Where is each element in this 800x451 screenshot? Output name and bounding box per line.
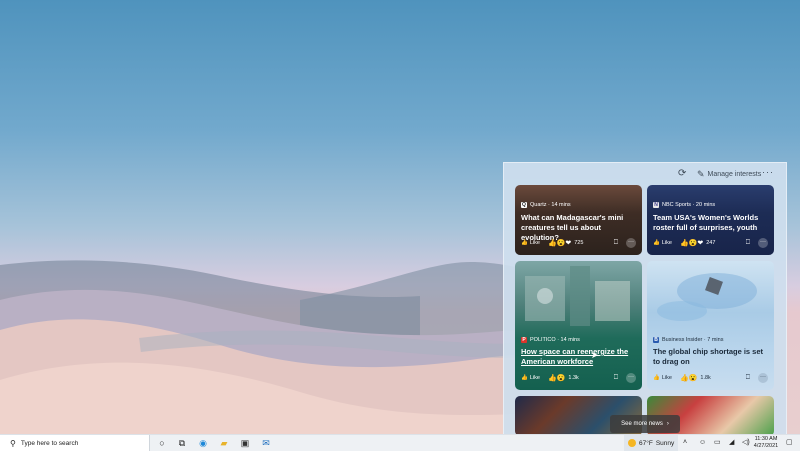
people-icon[interactable]: ☺	[699, 437, 706, 449]
bookmark-icon[interactable]: ⎕	[614, 239, 618, 247]
notification-icon[interactable]: ▢	[786, 437, 793, 449]
network-icon[interactable]: ◢	[729, 437, 734, 449]
politico-logo-icon: P	[521, 337, 527, 343]
like-button[interactable]: 👍 Like	[653, 375, 672, 381]
reactions[interactable]: 👍😮❤ 725	[548, 239, 583, 247]
reactions[interactable]: 👍😮 1.3k	[548, 374, 579, 382]
thumbs-up-icon: 👍	[521, 240, 528, 246]
file-explorer-icon[interactable]: ▰	[218, 437, 230, 449]
taskbar-search-box[interactable]: ⚲ Type here to search	[0, 435, 150, 451]
volume-icon[interactable]: ◁)	[742, 437, 750, 449]
nbc-sports-logo-icon: N	[653, 202, 659, 208]
card-source-label: Quartz · 14 mins	[530, 202, 571, 208]
card-source-label: NBC Sports · 20 mins	[662, 202, 716, 208]
card-source: P POLITICO · 14 mins	[521, 337, 580, 343]
like-label: Like	[529, 240, 540, 246]
business-insider-logo-icon: B	[653, 337, 659, 343]
sun-icon	[628, 439, 636, 447]
like-label: Like	[529, 375, 540, 381]
panel-header: ⟳ ✎ Manage interests ···	[504, 163, 786, 185]
manage-interests-label: Manage interests	[707, 170, 762, 178]
thumbs-up-icon: 👍	[653, 375, 660, 381]
reaction-emoji-icon: 👍😮	[679, 375, 698, 382]
card-actions: 👍 Like 👍😮 1.3k ⎕ ···	[521, 372, 636, 384]
card-image	[657, 273, 757, 321]
bookmark-icon[interactable]: ⎕	[746, 374, 750, 382]
like-label: Like	[661, 375, 672, 381]
refresh-icon[interactable]: ⟳	[678, 169, 688, 179]
like-button[interactable]: 👍 Like	[521, 240, 540, 246]
reaction-emoji-icon: 👍😮❤	[547, 240, 572, 247]
weather-temp: 67°F	[639, 439, 653, 447]
news-card-chip-shortage[interactable]: B Business Insider · 7 mins The global c…	[647, 261, 774, 390]
bookmark-icon[interactable]: ⎕	[746, 239, 750, 247]
system-clock[interactable]: 11:30 AM 4/27/2021	[752, 436, 780, 450]
quartz-logo-icon: Q	[521, 202, 527, 208]
card-title[interactable]: Team USA's Women's Worlds roster full of…	[653, 213, 766, 233]
reaction-emoji-icon: 👍😮❤	[679, 240, 704, 247]
manage-interests-button[interactable]: ✎ Manage interests	[697, 168, 761, 180]
reactions[interactable]: 👍😮❤ 247	[680, 239, 715, 247]
reaction-emoji-icon: 👍😮	[547, 375, 566, 382]
card-more-icon[interactable]: ···	[626, 238, 636, 248]
like-button[interactable]: 👍 Like	[521, 375, 540, 381]
edge-icon[interactable]: ◉	[197, 437, 209, 449]
see-more-news-button[interactable]: See more news ›	[610, 415, 680, 433]
taskbar: ⚲ Type here to search ○ ⧉ ◉ ▰ ▣ ✉ 67°F S…	[0, 434, 800, 451]
pencil-icon: ✎	[697, 168, 705, 179]
card-source-label: POLITICO · 14 mins	[530, 337, 580, 343]
news-card-team-usa[interactable]: N NBC Sports · 20 mins Team USA's Women'…	[647, 185, 774, 255]
card-image	[525, 266, 630, 326]
reaction-count: 247	[706, 240, 716, 246]
weather-widget[interactable]: 67°F Sunny	[624, 435, 679, 451]
card-more-icon[interactable]: ···	[758, 373, 768, 383]
reaction-count: 725	[574, 240, 584, 246]
clock-date: 4/27/2021	[753, 443, 779, 449]
clock-time: 11:30 AM	[754, 436, 778, 442]
card-more-icon[interactable]: ···	[626, 373, 636, 383]
cortana-icon[interactable]: ○	[156, 437, 168, 449]
news-interests-panel: ⟳ ✎ Manage interests ··· Q Quartz · 14 m…	[503, 162, 787, 434]
thumbs-up-icon: 👍	[521, 375, 528, 381]
mail-icon[interactable]: ✉	[260, 437, 272, 449]
card-source: B Business Insider · 7 mins	[653, 337, 723, 343]
card-title[interactable]: The global chip shortage is set to drag …	[653, 347, 766, 367]
reaction-count: 1.3k	[568, 375, 579, 381]
reaction-count: 1.8k	[700, 375, 711, 381]
desktop-wallpaper: ⟳ ✎ Manage interests ··· Q Quartz · 14 m…	[0, 0, 800, 434]
card-source: Q Quartz · 14 mins	[521, 202, 571, 208]
task-view-icon[interactable]: ⧉	[176, 437, 188, 449]
thumbs-up-icon: 👍	[653, 240, 660, 246]
search-placeholder: Type here to search	[20, 439, 79, 447]
bookmark-icon[interactable]: ⎕	[614, 374, 618, 382]
like-button[interactable]: 👍 Like	[653, 240, 672, 246]
card-title[interactable]: How space can reenergize the American wo…	[521, 347, 634, 367]
mouse-cursor-icon: ➤	[591, 350, 599, 360]
chevron-up-icon[interactable]: ˄	[683, 437, 687, 449]
like-label: Like	[661, 240, 672, 246]
card-actions: 👍 Like 👍😮 1.8k ⎕ ···	[653, 372, 768, 384]
chevron-right-icon: ›	[666, 421, 669, 427]
card-actions: 👍 Like 👍😮❤ 725 ⎕ ···	[521, 237, 636, 249]
weather-condition: Sunny	[655, 439, 675, 447]
store-icon[interactable]: ▣	[239, 437, 251, 449]
battery-icon[interactable]: ▭	[714, 437, 721, 449]
search-icon: ⚲	[10, 438, 16, 448]
more-options-icon[interactable]: ···	[762, 167, 774, 177]
news-card-space-workforce[interactable]: P POLITICO · 14 mins How space can reene…	[515, 261, 642, 390]
card-source: N NBC Sports · 20 mins	[653, 202, 715, 208]
news-card-madagascar[interactable]: Q Quartz · 14 mins What can Madagascar's…	[515, 185, 642, 255]
reactions[interactable]: 👍😮 1.8k	[680, 374, 711, 382]
card-more-icon[interactable]: ···	[758, 238, 768, 248]
card-source-label: Business Insider · 7 mins	[662, 337, 724, 343]
see-more-label: See more news	[621, 421, 663, 427]
card-actions: 👍 Like 👍😮❤ 247 ⎕ ···	[653, 237, 768, 249]
